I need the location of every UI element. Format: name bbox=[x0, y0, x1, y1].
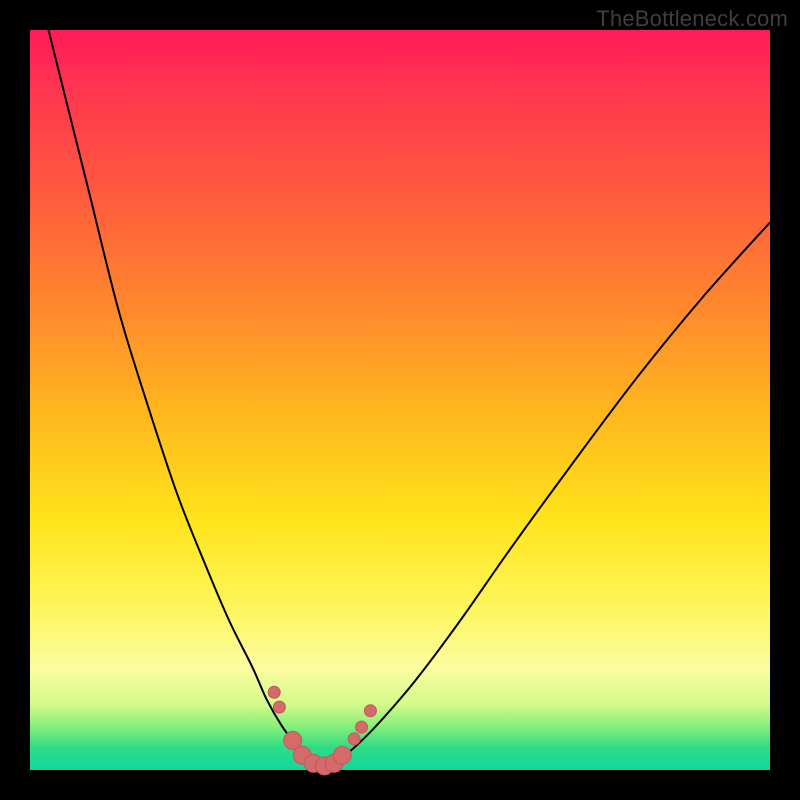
data-marker bbox=[364, 705, 376, 717]
data-marker bbox=[348, 733, 360, 745]
watermark-text: TheBottleneck.com bbox=[596, 6, 788, 32]
data-marker bbox=[356, 721, 368, 733]
data-marker bbox=[273, 701, 285, 713]
curve-layer bbox=[30, 30, 770, 770]
chart-canvas: TheBottleneck.com bbox=[0, 0, 800, 800]
data-marker bbox=[333, 746, 351, 764]
curve-right-branch bbox=[341, 222, 770, 759]
plot-area bbox=[30, 30, 770, 770]
curve-left-branch bbox=[49, 30, 308, 759]
data-marker bbox=[268, 686, 280, 698]
